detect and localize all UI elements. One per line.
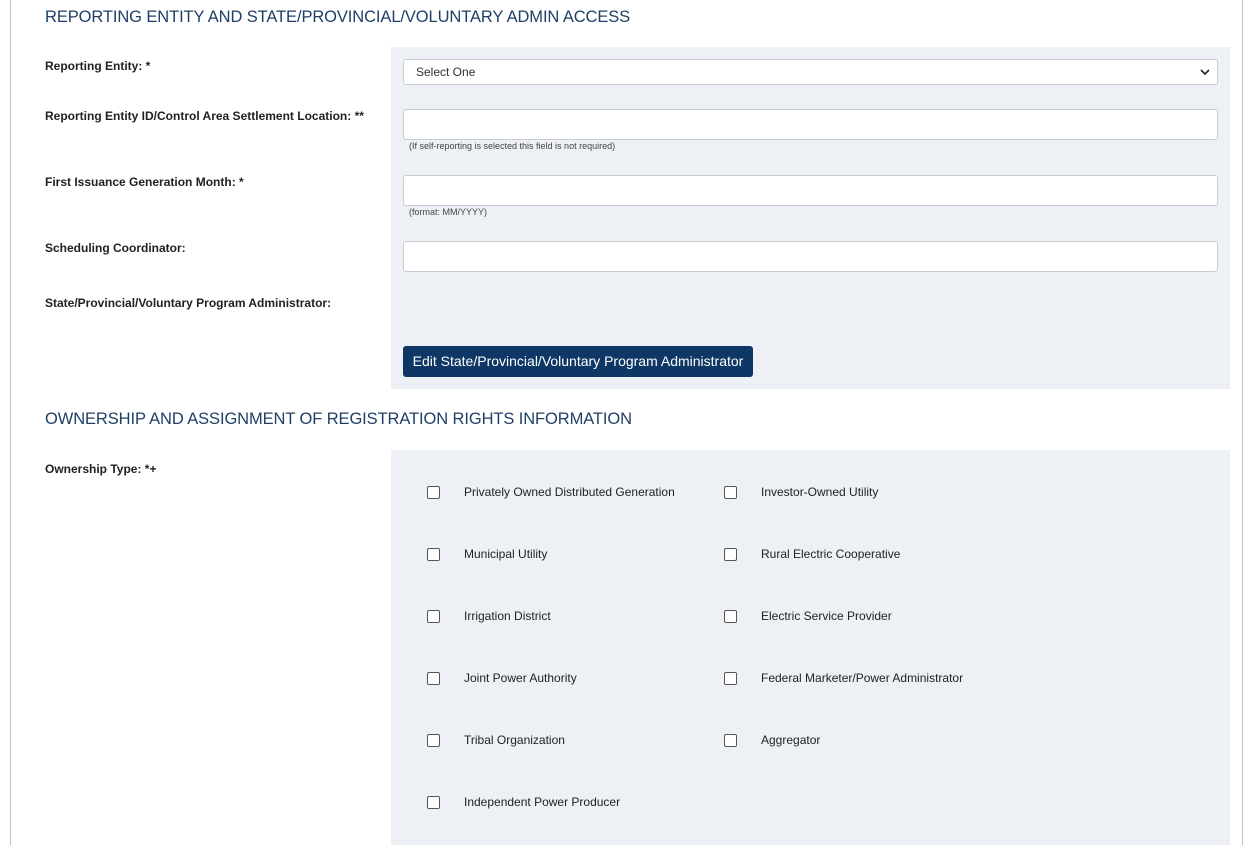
reporting-entity-id-input[interactable]: [403, 109, 1218, 140]
ownership-option-label[interactable]: Aggregator: [761, 733, 820, 747]
reporting-entity-label: Reporting Entity: *: [45, 59, 151, 73]
first-issuance-hint: (format: MM/YYYY): [409, 207, 488, 217]
ownership-checkbox[interactable]: [427, 610, 440, 623]
ownership-type-label: Ownership Type: *+: [45, 462, 157, 476]
ownership-option-label[interactable]: Investor-Owned Utility: [761, 485, 878, 499]
ownership-option-label[interactable]: Electric Service Provider: [761, 609, 892, 623]
ownership-option-label[interactable]: Federal Marketer/Power Administrator: [761, 671, 963, 685]
reporting-entity-select[interactable]: Select One: [403, 59, 1218, 85]
first-issuance-label: First Issuance Generation Month: *: [45, 175, 244, 189]
scheduling-coordinator-label: Scheduling Coordinator:: [45, 241, 186, 255]
page-border-right: [1242, 0, 1243, 845]
reporting-entity-select-value: Select One: [416, 65, 476, 79]
ownership-checkbox[interactable]: [427, 734, 440, 747]
ownership-checkbox[interactable]: [427, 548, 440, 561]
ownership-option-label[interactable]: Privately Owned Distributed Generation: [464, 485, 675, 499]
program-administrator-label: State/Provincial/Voluntary Program Admin…: [45, 296, 332, 310]
section-title-ownership: OWNERSHIP AND ASSIGNMENT OF REGISTRATION…: [45, 410, 632, 428]
ownership-option-label[interactable]: Independent Power Producer: [464, 795, 620, 809]
ownership-checkbox[interactable]: [427, 796, 440, 809]
ownership-checkbox[interactable]: [427, 486, 440, 499]
ownership-checkbox[interactable]: [724, 548, 737, 561]
ownership-checkbox[interactable]: [724, 734, 737, 747]
reporting-entity-id-hint: (If self-reporting is selected this fiel…: [409, 141, 616, 151]
reporting-entity-id-label: Reporting Entity ID/Control Area Settlem…: [45, 109, 364, 123]
ownership-option-label[interactable]: Rural Electric Cooperative: [761, 547, 900, 561]
edit-program-administrator-button[interactable]: Edit State/Provincial/Voluntary Program …: [403, 346, 753, 377]
ownership-checkbox[interactable]: [724, 672, 737, 685]
ownership-type-panel: [391, 450, 1230, 845]
first-issuance-month-input[interactable]: [403, 175, 1218, 206]
ownership-checkbox[interactable]: [724, 610, 737, 623]
scheduling-coordinator-input[interactable]: [403, 241, 1218, 272]
ownership-option-label[interactable]: Municipal Utility: [464, 547, 547, 561]
reporting-entity-panel: [391, 47, 1230, 389]
ownership-checkbox[interactable]: [427, 672, 440, 685]
ownership-checkbox[interactable]: [724, 486, 737, 499]
ownership-option-label[interactable]: Tribal Organization: [464, 733, 565, 747]
chevron-down-icon: [1200, 69, 1210, 76]
ownership-option-label[interactable]: Joint Power Authority: [464, 671, 577, 685]
section-title-reporting-entity: REPORTING ENTITY AND STATE/PROVINCIAL/VO…: [45, 8, 631, 26]
ownership-option-label[interactable]: Irrigation District: [464, 609, 551, 623]
page-border-left: [10, 0, 11, 845]
